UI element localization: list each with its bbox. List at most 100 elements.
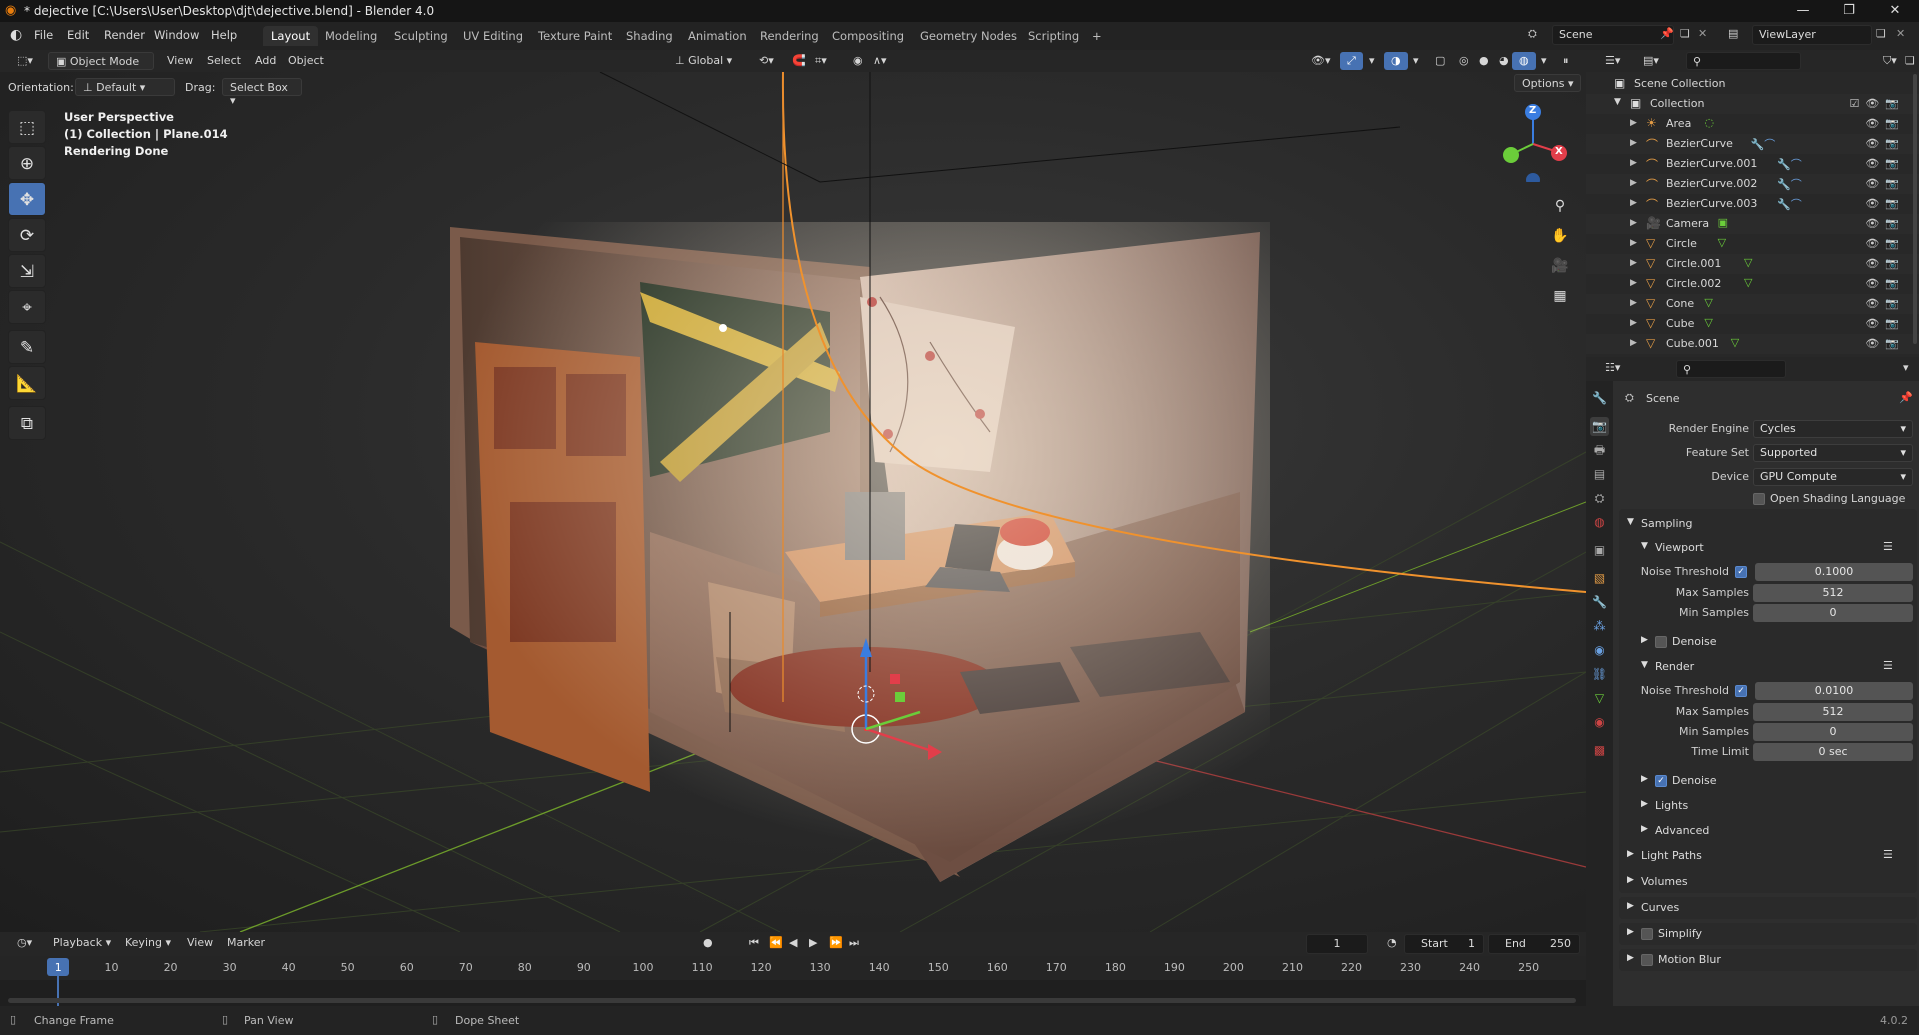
menu-file[interactable]: File [34, 28, 53, 42]
pin-icon[interactable]: 📌 [1899, 391, 1913, 404]
viewlayer-field[interactable]: ViewLayer [1752, 25, 1872, 45]
current-frame-field[interactable]: 1 [1306, 934, 1368, 954]
curve-data-icon[interactable]: 🔧⌒ [1751, 136, 1776, 152]
xray-icon[interactable]: ▢ [1428, 52, 1452, 70]
visibility-toggle-icons[interactable]: 👁📷 [1865, 177, 1905, 190]
mesh-data-icon[interactable]: ▽ [1704, 316, 1712, 329]
feature-set-select[interactable]: Supported ▾ [1753, 444, 1913, 462]
scene-pin-icon[interactable]: 📌 [1660, 27, 1674, 40]
mesh-data-icon[interactable]: ▽ [1704, 296, 1712, 309]
menu-object[interactable]: Object [281, 52, 331, 70]
render-tab-icon[interactable]: 📷 [1590, 417, 1609, 436]
motion-blur-header[interactable]: ▶ Motion Blur [1613, 949, 1919, 971]
overlay-toggle-icon[interactable]: ◑ [1384, 52, 1408, 70]
mesh-data-icon[interactable]: ▽ [1718, 236, 1726, 249]
record-icon[interactable]: ● [696, 934, 720, 952]
tab-shading[interactable]: Shading [618, 26, 681, 46]
blender-menu-icon[interactable]: ◐ [10, 27, 22, 43]
close-button[interactable]: ✕ [1872, 0, 1918, 22]
vp-denoise-subheader[interactable]: ▶ Denoise [1613, 631, 1919, 653]
render-engine-select[interactable]: Cycles ▾ [1753, 420, 1913, 438]
vp-denoise-checkbox[interactable] [1655, 636, 1667, 648]
tab-rendering[interactable]: Rendering [752, 26, 827, 46]
move-tool[interactable]: ✥ [8, 182, 46, 216]
mesh-data-icon[interactable]: ▽ [1744, 256, 1752, 269]
new-scene-icon[interactable]: ❏ [1680, 27, 1690, 40]
minimize-button[interactable]: — [1780, 0, 1826, 22]
display-mode-icon[interactable]: ▤▾ [1636, 52, 1666, 70]
curve-data-icon[interactable]: 🔧⌒ [1777, 156, 1802, 172]
camera-data-icon[interactable]: ▣ [1718, 216, 1728, 229]
visibility-toggle-icons[interactable]: 👁📷 [1865, 217, 1905, 230]
transform-orientation-select[interactable]: ⊥ Global ▾ [668, 52, 739, 70]
new-collection-icon[interactable]: ❏ [1898, 52, 1919, 70]
new-viewlayer-icon[interactable]: ❏ [1876, 27, 1886, 40]
menu-select[interactable]: Select [200, 52, 248, 70]
modifier-tab-icon[interactable]: 🔧 [1590, 593, 1609, 612]
expand-item-icon[interactable]: ▶ [1630, 118, 1637, 128]
gizmo-dropdown-icon[interactable]: ▾ [1362, 52, 1382, 70]
pan-hand-icon[interactable]: ✋ [1546, 222, 1574, 250]
rotate-tool[interactable]: ⟳ [8, 218, 46, 252]
menu-timeline-view[interactable]: View [180, 934, 220, 952]
light-paths-presets-icon[interactable]: ☰ [1883, 848, 1893, 861]
r-denoise-subheader[interactable]: ▶ ✓ Denoise [1613, 770, 1919, 792]
physics-tab-icon[interactable]: ◉ [1590, 641, 1609, 660]
outliner-item[interactable]: ▶ ▽ Cone ▽ 👁📷 [1586, 294, 1919, 314]
viewport-subheader[interactable]: ▼ Viewport ☰ [1613, 537, 1919, 559]
properties-editor-icon[interactable]: ☷▾ [1598, 359, 1627, 377]
particles-tab-icon[interactable]: ⁂ [1590, 617, 1609, 636]
mesh-data-icon[interactable]: ▽ [1744, 276, 1752, 289]
r-time-limit-field[interactable]: 0 sec [1753, 743, 1913, 761]
r-denoise-checkbox[interactable]: ✓ [1655, 775, 1667, 787]
menu-window[interactable]: Window [154, 28, 199, 42]
mesh-data-icon[interactable]: ▽ [1731, 336, 1739, 349]
expand-item-icon[interactable]: ▶ [1630, 318, 1637, 328]
add-cube-tool[interactable]: ⧉ [8, 406, 46, 440]
options-button[interactable]: Options ▾ [1514, 74, 1582, 92]
expand-item-icon[interactable]: ▶ [1630, 158, 1637, 168]
scene-tab-icon[interactable]: ⛭ [1590, 489, 1609, 508]
light-data-icon[interactable]: ◌ [1704, 116, 1714, 129]
tab-compositing[interactable]: Compositing [824, 26, 912, 46]
cursor-tool[interactable]: ⊕ [8, 146, 46, 180]
device-select[interactable]: GPU Compute ▾ [1753, 468, 1913, 486]
visibility-toggle-icons[interactable]: 👁📷 [1865, 237, 1905, 250]
texture-tab-icon[interactable]: ▩ [1590, 741, 1609, 760]
r-noise-threshold-checkbox[interactable]: ✓ [1735, 685, 1747, 697]
render-subheader[interactable]: ▼ Render ☰ [1613, 656, 1919, 678]
sampling-header[interactable]: ▼ Sampling [1613, 513, 1919, 535]
object-tab-icon[interactable]: ▧ [1590, 569, 1609, 588]
shading-dropdown-icon[interactable]: ▾ [1534, 52, 1554, 70]
visibility-toggle-icons[interactable]: 👁📷 [1865, 317, 1905, 330]
expand-item-icon[interactable]: ▶ [1630, 218, 1637, 228]
curve-data-icon[interactable]: 🔧⌒ [1777, 196, 1802, 212]
view-layer-tab-icon[interactable]: ▤ [1590, 465, 1609, 484]
editor-type-icon[interactable]: ⬚▾ [10, 52, 40, 70]
properties-search-input[interactable]: ⚲ [1676, 360, 1786, 378]
vp-min-samples-field[interactable]: 0 [1753, 604, 1913, 622]
expand-item-icon[interactable]: ▶ [1630, 138, 1637, 148]
timeline-editor-icon[interactable]: ◷▾ [10, 934, 39, 952]
output-tab-icon[interactable]: 🖶 [1590, 441, 1609, 460]
expand-item-icon[interactable]: ▶ [1630, 258, 1637, 268]
r-min-samples-field[interactable]: 0 [1753, 723, 1913, 741]
timeline-scrollbar[interactable] [8, 998, 1576, 1003]
transform-tool[interactable]: ⌖ [8, 290, 46, 324]
visibility-icon[interactable]: 👁▾ [1304, 52, 1338, 70]
visibility-toggle-icons[interactable]: 👁📷 [1865, 297, 1905, 310]
outliner-item[interactable]: ▶ 🎥 Camera ▣ 👁📷 [1586, 214, 1919, 234]
orientation-select[interactable]: ⊥ Default ▾ [75, 78, 175, 96]
vp-noise-threshold-field[interactable]: 0.1000 [1755, 563, 1913, 581]
expand-item-icon[interactable]: ▶ [1630, 198, 1637, 208]
zoom-icon[interactable]: ⚲ [1546, 192, 1574, 220]
pivot-icon[interactable]: ⟲▾ [752, 52, 781, 70]
expand-item-icon[interactable]: ▶ [1630, 338, 1637, 348]
outliner-item[interactable]: ▶ ⌒ BezierCurve.001 🔧⌒ 👁📷 [1586, 154, 1919, 174]
visibility-toggle-icons[interactable]: 👁📷 [1865, 337, 1905, 350]
scene-field[interactable]: Scene [1552, 25, 1674, 45]
motion-blur-checkbox[interactable] [1641, 954, 1653, 966]
r-noise-threshold-field[interactable]: 0.0100 [1755, 682, 1913, 700]
tab-scripting[interactable]: Scripting [1020, 26, 1087, 46]
simplify-header[interactable]: ▶ Simplify [1613, 923, 1919, 945]
